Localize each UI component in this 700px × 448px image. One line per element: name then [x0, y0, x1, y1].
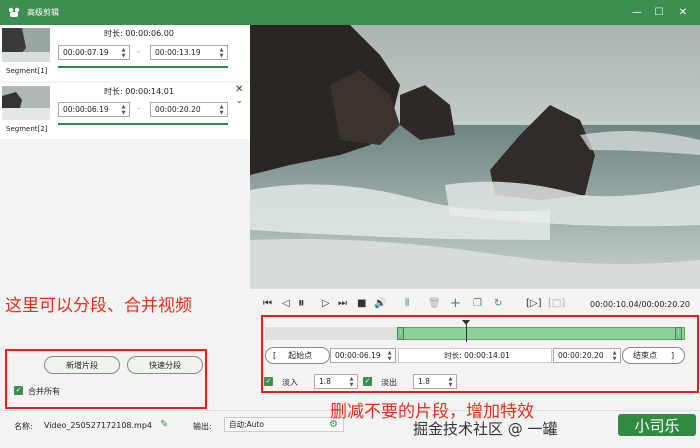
segment-end-input[interactable]: 00:00:20.20 ▲ ▼	[150, 102, 228, 117]
mark-in-icon[interactable]: [▷]	[526, 298, 542, 309]
merge-all-checkbox[interactable]: ✓	[14, 386, 23, 395]
segment-thumbnail	[2, 86, 50, 120]
spin-arrows-icon[interactable]: ▲ ▼	[386, 349, 393, 362]
chevron-down-icon[interactable]: ⌄	[236, 96, 243, 105]
current-time: 00:00:10.04/00:00:20.20	[590, 300, 690, 309]
title-bar: 高级剪辑 — ☐ ✕	[0, 0, 700, 25]
quick-split-button[interactable]: 快速分段	[127, 356, 203, 374]
trash-icon[interactable]: 🗑	[428, 298, 441, 309]
add-segment-button[interactable]: 新增片段	[44, 356, 120, 374]
video-frame	[250, 25, 700, 289]
close-button[interactable]: ✕	[672, 0, 694, 25]
segment-duration: 时长: 00:00:06.00	[104, 29, 174, 38]
maximize-button[interactable]: ☐	[648, 0, 670, 25]
filename: Video_250527172108.mp4	[44, 421, 152, 430]
watermark-badge: 小司乐	[618, 414, 696, 436]
output-label: 输出:	[193, 422, 212, 431]
set-start-button[interactable]: [起始点	[265, 347, 330, 364]
set-end-button[interactable]: 结束点]	[622, 347, 685, 364]
fade-in-input[interactable]: 1.8 ▲ ▼	[314, 374, 358, 389]
fade-out-label: 淡出	[381, 378, 397, 387]
playhead[interactable]	[466, 322, 467, 342]
range-duration: 时长: 00:00:14.01	[398, 348, 552, 363]
trim-end-handle[interactable]: ⁞	[675, 327, 682, 340]
annotation-split-merge: 这里可以分段、合并视频	[5, 296, 192, 316]
window-title: 高级剪辑	[27, 8, 59, 17]
segment-item[interactable]: Segment[2] 时长: 00:00:14.01 00:00:06.19 ▲ ▼…	[0, 83, 250, 139]
add-icon[interactable]: +	[450, 296, 461, 311]
trim-start-handle[interactable]: ⁞	[397, 327, 404, 340]
timeline-selection[interactable]	[400, 327, 685, 340]
edit-pencil-icon[interactable]: ✎	[160, 419, 168, 430]
merge-all-label: 合并所有	[28, 387, 60, 396]
segment-item[interactable]: Segment[1] 时长: 00:00:06.00 00:00:07.19 ▲ ▼…	[0, 25, 250, 81]
spin-arrows-icon[interactable]: ▲ ▼	[447, 375, 454, 388]
stop-icon[interactable]: ■	[357, 298, 366, 309]
segment-start-input[interactable]: 00:00:07.19 ▲ ▼	[58, 45, 130, 60]
step-forward-icon[interactable]: ▷	[322, 298, 330, 309]
segment-label: Segment[1]	[6, 67, 48, 75]
segment-progress	[58, 66, 228, 68]
spin-arrows-icon[interactable]: ▲ ▼	[348, 375, 355, 388]
fade-in-checkbox[interactable]: ✓	[264, 377, 273, 386]
segment-thumbnail	[2, 28, 50, 62]
watermark-text: 掘金技术社区 @ 一罐	[413, 420, 558, 438]
video-preview[interactable]	[250, 25, 700, 289]
skip-end-icon[interactable]: ⏭	[338, 298, 347, 309]
spin-arrows-icon[interactable]: ▲ ▼	[120, 46, 127, 59]
app-logo-icon	[7, 7, 21, 19]
segment-end-input[interactable]: 00:00:13.19 ▲ ▼	[150, 45, 228, 60]
fade-out-input[interactable]: 1.8 ▲ ▼	[413, 374, 457, 389]
segment-duration: 时长: 00:00:14.01	[104, 87, 174, 96]
output-select[interactable]: 自动;Auto ⚙	[224, 417, 344, 432]
fade-out-checkbox[interactable]: ✓	[363, 377, 372, 386]
pause-icon[interactable]: ⏸	[298, 296, 305, 311]
volume-icon[interactable]: 🔊	[374, 298, 386, 309]
fade-in-label: 淡入	[282, 378, 298, 387]
spin-arrows-icon[interactable]: ▲ ▼	[120, 103, 127, 116]
delete-segment-icon[interactable]: ✕	[235, 84, 243, 95]
step-back-icon[interactable]: ◁	[282, 298, 290, 309]
segment-label: Segment[2]	[6, 125, 48, 133]
spin-arrows-icon[interactable]: ▲ ▼	[218, 46, 225, 59]
reset-icon[interactable]: ↻	[494, 298, 502, 309]
segment-start-input[interactable]: 00:00:06.19 ▲ ▼	[58, 102, 130, 117]
range-start-input[interactable]: 00:00:06.19 ▲ ▼	[330, 348, 396, 363]
name-label: 名称:	[14, 422, 33, 431]
spin-arrows-icon[interactable]: ▲ ▼	[218, 103, 225, 116]
split-icon[interactable]: ⫴	[405, 298, 409, 309]
segment-progress	[58, 123, 228, 125]
skip-start-icon[interactable]: ⏮	[263, 298, 272, 309]
minimize-button[interactable]: —	[626, 0, 648, 25]
mark-out-icon[interactable]: [□]	[548, 298, 565, 309]
copy-icon[interactable]: ❐	[473, 298, 482, 309]
spin-arrows-icon[interactable]: ▲ ▼	[611, 349, 618, 362]
range-end-input[interactable]: 00:00:20.20 ▲ ▼	[553, 348, 621, 363]
